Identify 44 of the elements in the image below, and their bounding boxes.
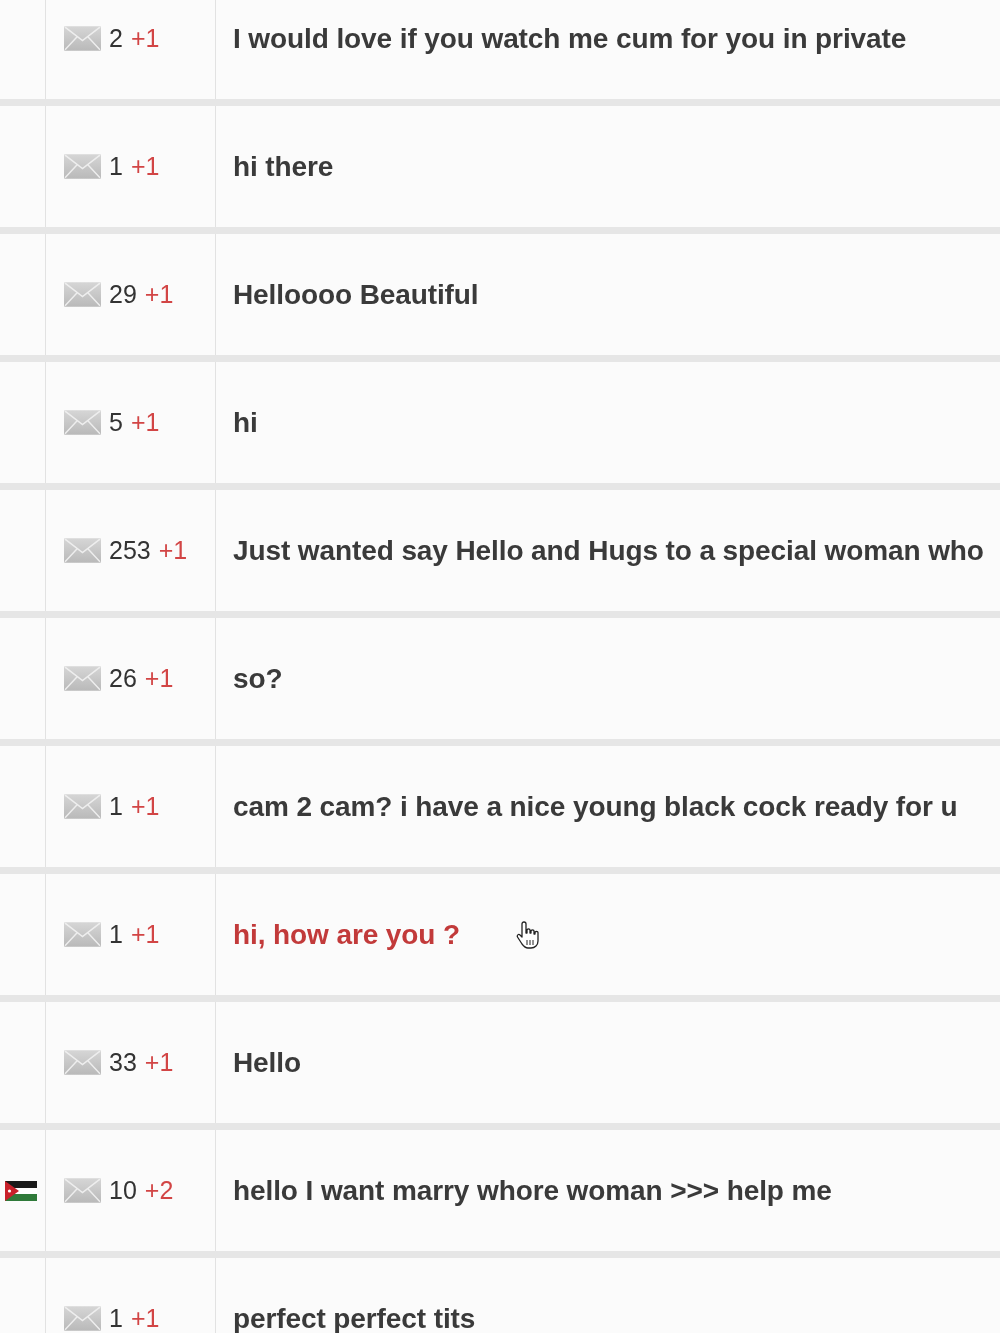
message-subject[interactable]: I would love if you watch me cum for you in private — [233, 17, 907, 60]
new-count: +1 — [130, 790, 160, 822]
envelope-icon — [64, 410, 101, 435]
message-count: 1 — [109, 1302, 123, 1333]
message-subject[interactable]: Just wanted say Hello and Hugs to a special woman who — [233, 529, 984, 572]
envelope-icon — [64, 26, 101, 51]
new-count: +1 — [130, 918, 160, 950]
message-subject[interactable]: hi — [233, 401, 258, 444]
message-subject[interactable]: cam 2 cam? i have a nice young black cock ready for u — [233, 785, 958, 828]
envelope-icon — [64, 1050, 101, 1075]
message-subject[interactable]: hi, how are you ? — [233, 913, 460, 956]
envelope-icon — [64, 666, 101, 691]
envelope-icon — [64, 794, 101, 819]
message-subject[interactable]: perfect perfect tits — [233, 1297, 476, 1333]
message-count: 29 — [109, 278, 137, 310]
new-count: +1 — [144, 278, 174, 310]
message-count: 253 — [109, 534, 151, 566]
message-subject[interactable]: Hello — [233, 1041, 301, 1084]
envelope-icon — [64, 154, 101, 179]
envelope-icon — [64, 282, 101, 307]
message-subject[interactable]: so? — [233, 657, 283, 700]
message-count: 33 — [109, 1046, 137, 1078]
message-subject[interactable]: hi there — [233, 145, 334, 188]
message-subject[interactable]: Helloooo Beautiful — [233, 273, 479, 316]
new-count: +1 — [144, 662, 174, 694]
message-count: 1 — [109, 150, 123, 182]
message-count: 2 — [109, 22, 123, 54]
new-count: +1 — [130, 406, 160, 438]
new-count: +1 — [144, 1046, 174, 1078]
message-subject[interactable]: hello I want marry whore woman >>> help me — [233, 1169, 832, 1212]
message-count: 5 — [109, 406, 123, 438]
message-count: 1 — [109, 918, 123, 950]
new-count: +1 — [130, 22, 160, 54]
message-count: 1 — [109, 790, 123, 822]
envelope-icon — [64, 1178, 101, 1203]
envelope-icon — [64, 922, 101, 947]
message-count: 10 — [109, 1174, 137, 1206]
message-count: 26 — [109, 662, 137, 694]
new-count: +1 — [130, 150, 160, 182]
new-count: +1 — [158, 534, 188, 566]
new-count: +2 — [144, 1174, 174, 1206]
new-count: +1 — [130, 1302, 160, 1333]
envelope-icon — [64, 1306, 101, 1331]
envelope-icon — [64, 538, 101, 563]
